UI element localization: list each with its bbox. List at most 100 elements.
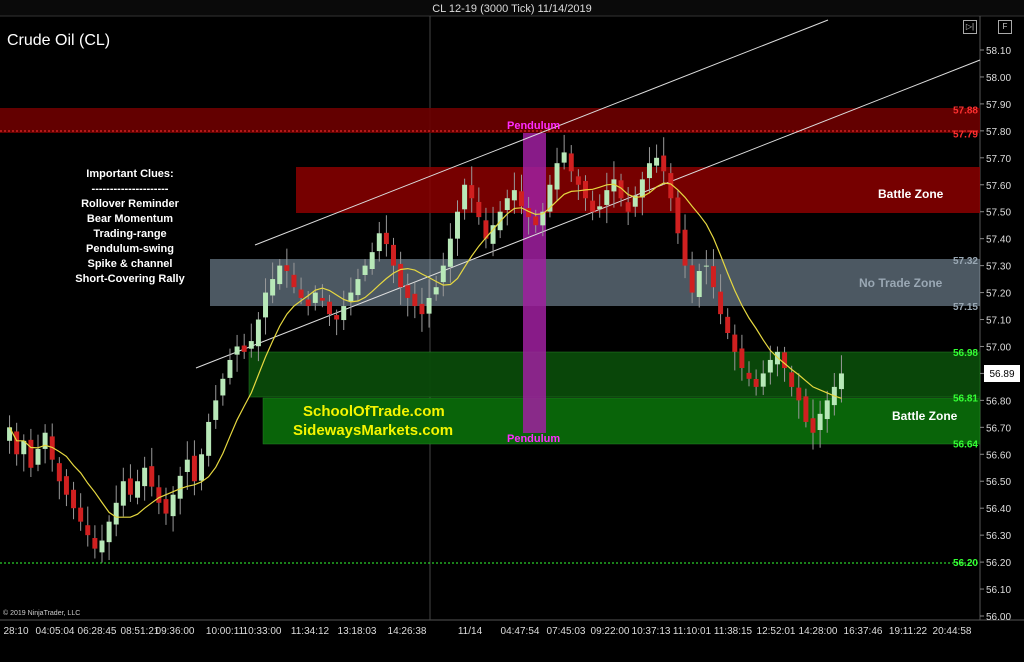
candle-body <box>177 475 183 499</box>
last-price-label: 56.89 <box>989 369 1014 380</box>
x-tick-label: 28:10 <box>3 626 28 637</box>
candle-body <box>625 202 631 212</box>
candle-body <box>419 303 425 315</box>
toolbar-f-button[interactable]: F <box>998 20 1012 34</box>
promo-line-1[interactable]: SchoolOfTrade.com <box>303 403 445 420</box>
y-tick-label: 56.80 <box>986 396 1011 407</box>
candle-body <box>661 155 667 172</box>
x-tick-label: 19:11:22 <box>889 626 928 637</box>
candle-body <box>789 372 795 387</box>
lower-battle-zone-upper <box>248 351 981 398</box>
candle-body <box>277 265 283 285</box>
x-tick-label: 06:28:45 <box>78 626 117 637</box>
y-tick-label: 56.00 <box>986 612 1011 623</box>
x-tick-label: 20:44:58 <box>933 626 972 637</box>
y-tick-label: 57.20 <box>986 289 1011 300</box>
candle-body <box>213 400 219 420</box>
candle-body <box>597 206 603 210</box>
y-tick-label: 57.90 <box>986 100 1011 111</box>
candle-body <box>334 315 340 320</box>
candle-body <box>127 478 133 495</box>
y-tick-label: 57.00 <box>986 342 1011 353</box>
pendulum-top-label: Pendulum <box>507 120 561 132</box>
clue-item: Spike & channel <box>87 258 173 270</box>
x-tick-label: 07:45:03 <box>547 626 586 637</box>
candle-body <box>391 244 396 266</box>
candle-body <box>533 216 539 226</box>
promo-line-2[interactable]: SidewaysMarkets.com <box>293 422 453 439</box>
candle-body <box>327 301 333 315</box>
candle-body <box>270 279 276 296</box>
x-tick-label: 08:51:21 <box>121 626 160 637</box>
candle-body <box>817 413 823 431</box>
y-tick-label: 56.70 <box>986 423 1011 434</box>
candle-body <box>106 521 112 543</box>
candle-body <box>312 292 318 303</box>
candle-body <box>184 459 190 472</box>
candle-body <box>675 197 681 234</box>
price-level-label: 57.32 <box>953 256 978 267</box>
candle-body <box>78 507 84 522</box>
candle-body <box>753 379 759 387</box>
candle-body <box>511 190 517 201</box>
x-tick-label: 12:52:01 <box>757 626 796 637</box>
x-tick-label: 14:26:38 <box>388 626 427 637</box>
clue-item: Pendulum-swing <box>86 243 174 255</box>
x-tick-label: 11:38:15 <box>714 626 753 637</box>
play-pause-icon[interactable]: ▷| <box>963 20 977 34</box>
candle-body <box>568 153 574 172</box>
candle-body <box>746 372 752 379</box>
lower-battle-zone-label: Battle Zone <box>892 409 958 423</box>
candle-body <box>725 316 731 333</box>
price-chart[interactable]: 58.10 58.00 57.90 57.80 57.70 57.60 57.50 57.40… <box>0 0 1024 662</box>
candle-body <box>654 157 660 166</box>
y-tick-label: 56.40 <box>986 504 1011 515</box>
candle-body <box>298 289 304 298</box>
candle-body <box>796 387 802 401</box>
y-tick-label: 57.70 <box>986 154 1011 165</box>
price-level-label: 56.64 <box>953 440 978 451</box>
candle-body <box>383 232 389 245</box>
x-tick-label: 04:47:54 <box>501 626 540 637</box>
candle-body <box>63 476 69 495</box>
clues-heading: Important Clues: <box>86 168 174 180</box>
candle-body <box>469 185 475 199</box>
candle-body <box>447 238 453 267</box>
upper-red-zone <box>0 108 980 133</box>
candle-body <box>710 266 716 288</box>
candle-body <box>135 481 141 498</box>
candle-body <box>341 306 347 321</box>
candle-body <box>362 265 368 275</box>
clue-item: Bear Momentum <box>86 213 174 225</box>
candle-body <box>234 346 240 355</box>
candle-body <box>92 538 98 549</box>
candle-body <box>99 540 105 553</box>
candle-body <box>590 200 596 212</box>
clue-item: Rollover Reminder <box>81 198 179 210</box>
price-level-label: 56.98 <box>953 348 978 359</box>
y-tick-label: 57.50 <box>986 208 1011 219</box>
y-tick-label: 58.00 <box>986 73 1011 84</box>
candle-body <box>689 265 695 293</box>
candle-body <box>241 345 247 352</box>
candle-body <box>113 502 119 525</box>
candle-body <box>28 439 34 468</box>
candle-body <box>120 481 126 506</box>
y-tick-label: 57.40 <box>986 235 1011 246</box>
candle-body <box>369 252 375 270</box>
candle-body <box>639 179 645 198</box>
candle-body <box>440 265 446 283</box>
candle-body <box>255 319 261 347</box>
candle-body <box>739 348 745 369</box>
candle-body <box>462 184 468 210</box>
candle-body <box>163 499 169 514</box>
x-tick-label: 09:36:00 <box>156 626 195 637</box>
y-tick-label: 57.30 <box>986 262 1011 273</box>
candle-body <box>71 489 77 509</box>
x-tick-label: 10:37:13 <box>632 626 671 637</box>
candle-body <box>518 191 524 207</box>
candle-body <box>170 494 176 517</box>
candle-body <box>248 341 254 349</box>
price-level-label: 57.79 <box>953 130 978 141</box>
candle-body <box>696 271 702 298</box>
